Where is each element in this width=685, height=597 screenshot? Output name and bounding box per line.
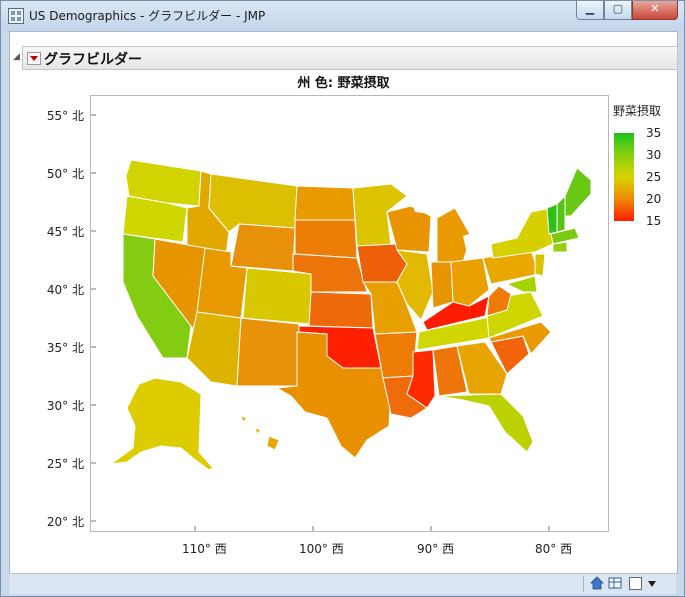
status-bar [9,573,676,594]
outline-header: グラフビルダー [22,46,678,70]
state-wyoming [230,223,296,272]
toggle-checkbox[interactable] [629,577,642,590]
map-plot-area[interactable] [90,95,609,532]
state-alaska [110,377,214,471]
legend-value: 15 [646,214,662,228]
dropdown-arrow-icon[interactable] [648,581,656,587]
legend-value: 35 [646,126,662,140]
home-icon[interactable] [590,576,604,590]
state-new-hampshire [556,195,566,233]
legend-value: 20 [646,192,662,206]
title-bar[interactable]: US Demographics - グラフビルダー - JMP ▁ ▢ ✕ [1,1,684,31]
data-table-icon[interactable] [608,576,622,590]
legend-gradient-bar [614,133,634,221]
minimize-button[interactable]: ▁ [576,1,604,20]
state-vermont [546,203,558,235]
x-tick-label: 110° 西 [182,542,227,556]
state-new-york [490,207,554,259]
state-colorado [242,267,314,325]
x-tick-label: 80° 西 [535,542,573,556]
jmp-window: US Demographics - グラフビルダー - JMP ▁ ▢ ✕ ◢ … [0,0,685,597]
y-tick-label: 20° 北 [46,515,84,529]
status-separator [583,576,584,592]
report-area: ◢ グラフビルダー 州 色: 野菜摂取 55° 北 50° 北 45° 北 40… [9,31,678,574]
legend-value: 30 [646,148,662,162]
state-hawaii [240,415,280,451]
state-north-dakota [294,185,356,221]
outline-disclosure-icon[interactable]: ◢ [13,52,20,62]
state-montana [208,173,298,233]
red-triangle-menu-icon[interactable] [27,52,41,65]
window-title: US Demographics - グラフビルダー - JMP [29,9,266,23]
state-connecticut [552,241,568,253]
y-tick-label: 45° 北 [46,225,84,239]
legend-value: 25 [646,170,662,184]
y-tick-label: 30° 北 [46,399,84,413]
app-icon [8,8,24,24]
x-tick-label: 100° 西 [299,542,344,556]
state-arkansas [374,331,418,379]
outline-title: グラフビルダー [44,52,142,68]
y-tick-label: 40° 北 [46,283,84,297]
chart-title: 州 色: 野菜摂取 [297,76,390,91]
state-kansas [308,291,374,329]
state-arizona [186,311,242,387]
window-controls: ▁ ▢ ✕ [576,1,678,20]
state-new-mexico [236,317,300,387]
maximize-button[interactable]: ▢ [604,1,632,20]
y-tick-label: 55° 北 [46,109,84,123]
state-south-dakota [294,219,358,259]
close-button[interactable]: ✕ [632,1,678,20]
y-tick-label: 25° 北 [46,457,84,471]
state-indiana [430,261,454,309]
y-tick-label: 50° 北 [46,167,84,181]
x-tick-label: 90° 西 [417,542,455,556]
us-state-map [91,114,592,531]
state-florida [438,393,534,453]
legend-title: 野菜摂取 [613,104,662,118]
state-maine [564,167,592,217]
state-new-jersey [534,253,546,277]
y-tick-label: 35° 北 [46,341,84,355]
state-michigan [436,207,472,263]
